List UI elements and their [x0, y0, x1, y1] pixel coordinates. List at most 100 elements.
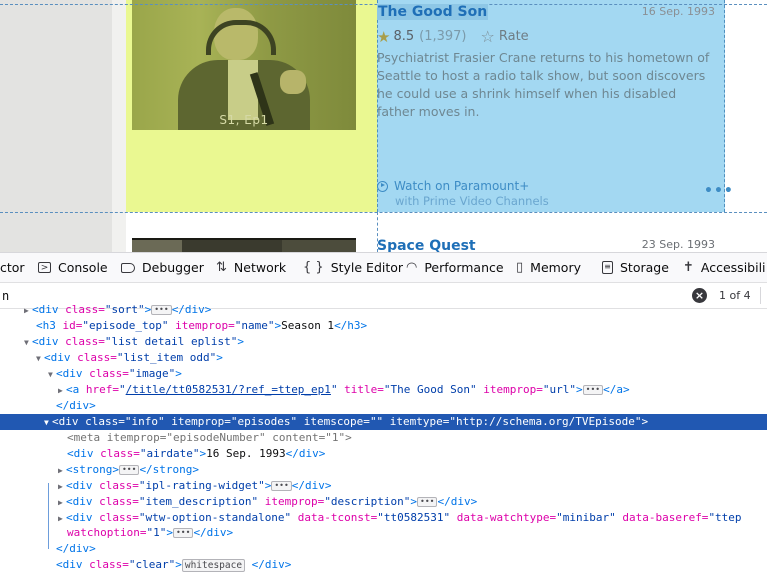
play-icon: [377, 180, 388, 192]
attr-value: "info": [124, 415, 165, 428]
tag-name: <div: [56, 558, 83, 571]
tab-accessibility[interactable]: ✝ Accessibili: [683, 253, 766, 282]
tab-label: Storage: [620, 260, 669, 275]
attr-value: "minibar": [556, 511, 616, 524]
more-options-icon[interactable]: •••: [704, 183, 734, 199]
tab-style-editor[interactable]: { } Style Editor: [303, 253, 403, 282]
markup-node-strong[interactable]: ▶ <strong> ••• </strong>: [0, 462, 767, 478]
markup-node-h3[interactable]: <h3 id="episode_top" itemprop="name">Sea…: [0, 318, 767, 334]
collapse-arrow-icon[interactable]: ▼: [36, 351, 44, 367]
tag-close: </div>: [291, 479, 332, 492]
markup-node-image[interactable]: ▼ <div class="image">: [0, 366, 767, 382]
braces-icon: { }: [303, 260, 324, 275]
markup-node-close-div[interactable]: </div>: [0, 398, 767, 414]
page-left-margin: [0, 0, 112, 252]
tab-inspector[interactable]: ctor: [0, 253, 25, 282]
href-link[interactable]: /title/tt0582531/?ref_=ttep_ep1: [126, 383, 331, 396]
rate-star-icon[interactable]: ☆: [481, 27, 495, 46]
attr-name: itemtype=: [383, 415, 450, 428]
markup-node-airdate[interactable]: <div class="airdate">16 Sep. 1993</div>: [0, 446, 767, 462]
attr-name: class=: [82, 558, 129, 571]
next-episode-title-link[interactable]: Space Quest: [377, 238, 476, 252]
console-icon: >: [38, 262, 51, 273]
tab-storage[interactable]: ≡ Storage: [602, 253, 669, 282]
collapsed-badge[interactable]: •••: [172, 528, 194, 538]
attr-value: ": [119, 383, 126, 396]
markup-node-info-selected[interactable]: ▼ <div class="info" itemprop="episodes" i…: [0, 414, 767, 430]
tag-close: </a>: [603, 383, 630, 396]
thumbnail-caption: S1, Ep1: [219, 113, 269, 127]
tag-name: <div: [66, 511, 93, 524]
thumbnail-figure-hand: [280, 70, 306, 94]
tag-close: >: [410, 495, 418, 508]
tab-label: Console: [58, 260, 108, 275]
attr-name: data-tconst=: [291, 511, 378, 524]
collapsed-badge[interactable]: •••: [118, 465, 140, 475]
episode-title-link[interactable]: The Good Son: [377, 4, 489, 20]
whitespace-badge[interactable]: whitespace: [181, 559, 246, 572]
tag-close: >: [175, 367, 182, 380]
markup-node-rating-widget[interactable]: ▶ <div class="ipl-rating-widget"> ••• </div…: [0, 478, 767, 494]
episode-thumbnail[interactable]: S1, Ep1: [132, 0, 356, 130]
markup-node-eplist[interactable]: ▼ <div class="list detail eplist">: [0, 334, 767, 350]
tag-close: >: [237, 335, 244, 348]
attr-value: "ipl-rating-widget": [138, 479, 265, 492]
episode-description: Psychiatrist Frasier Crane returns to hi…: [377, 50, 710, 119]
tag-close: >: [216, 351, 223, 364]
next-episode-airdate: 23 Sep. 1993: [641, 238, 715, 251]
markup-node-item-description[interactable]: ▶ <div class="item_description" itemprop=…: [0, 494, 767, 510]
thumbnail-shape: [132, 240, 182, 252]
collapsed-badge[interactable]: •••: [417, 497, 438, 507]
markup-node-clear[interactable]: <div class="clear"> whitespace </div>: [0, 557, 767, 573]
expand-arrow-icon[interactable]: ▶: [58, 463, 66, 479]
attr-value: "list_item odd": [116, 351, 217, 364]
guide-line-bottom: [0, 212, 767, 213]
tag-close: >: [264, 479, 272, 492]
collapse-arrow-icon[interactable]: ▼: [24, 335, 32, 351]
expand-arrow-icon[interactable]: ▶: [24, 303, 32, 319]
tab-network[interactable]: ⇅ Network: [216, 253, 286, 282]
collapse-arrow-icon[interactable]: ▼: [48, 367, 56, 383]
collapsed-badge[interactable]: •••: [582, 385, 604, 395]
tab-console[interactable]: > Console: [38, 253, 108, 282]
markup-node-list-item[interactable]: ▼ <div class="list_item odd">: [0, 350, 767, 366]
collapsed-badge[interactable]: •••: [151, 305, 172, 315]
tab-memory[interactable]: ▯ Memory: [516, 253, 581, 282]
markup-node-sort[interactable]: ▶ <div class="sort"> ••• </div>: [0, 302, 767, 318]
expand-arrow-icon[interactable]: ▶: [58, 495, 66, 511]
collapse-arrow-icon[interactable]: ▼: [44, 415, 52, 431]
tag-close: </div>: [193, 526, 234, 539]
tab-debugger[interactable]: Debugger: [121, 253, 204, 282]
rate-button[interactable]: Rate: [499, 29, 529, 44]
tag-name: <a: [66, 383, 80, 396]
attr-value: ": [330, 383, 338, 396]
tag-close: </h3>: [334, 319, 368, 332]
tab-label: Accessibili: [700, 260, 766, 275]
expand-arrow-icon[interactable]: ▶: [58, 479, 66, 495]
clear-search-icon[interactable]: ×: [692, 288, 707, 303]
tag-name: <div: [52, 415, 79, 428]
text-node: 16 Sep. 1993: [206, 447, 286, 460]
gauge-icon: ◠: [406, 260, 418, 275]
tag-name: <div: [66, 495, 93, 508]
attr-name: class=: [58, 303, 105, 316]
attr-name: id=: [55, 319, 83, 332]
tab-label: Debugger: [142, 260, 204, 275]
markup-node-wtw-option-cont[interactable]: watchoption="1"> ••• </div>: [0, 525, 767, 541]
markup-node-close-info[interactable]: </div>: [0, 541, 767, 557]
attr-name: class=: [92, 495, 139, 508]
tag-close: >: [576, 383, 583, 396]
tab-performance[interactable]: ◠ Performance: [406, 253, 504, 282]
next-episode-thumbnail[interactable]: [132, 238, 356, 252]
markup-node-anchor[interactable]: ▶ <a href="/title/tt0582531/?ref_=ttep_ep…: [0, 382, 767, 398]
markup-node-meta[interactable]: <meta itemprop="episodeNumber" content="…: [0, 430, 767, 446]
expand-arrow-icon[interactable]: ▶: [58, 383, 66, 399]
tag-name: <strong>: [66, 463, 119, 476]
collapsed-badge[interactable]: •••: [271, 481, 292, 491]
watch-option-link[interactable]: Watch on Paramount+: [377, 179, 529, 193]
attr-name: data-baseref=: [615, 511, 709, 524]
page-preview: S1, Ep1 The Good Son 16 Sep. 1993 ★ 8.5 …: [0, 0, 767, 252]
markup-node-wtw-option[interactable]: ▶ <div class="wtw-option-standalone" data…: [0, 510, 767, 526]
attr-value: "episodes": [230, 415, 298, 428]
watch-label[interactable]: Watch on Paramount+: [394, 179, 529, 193]
